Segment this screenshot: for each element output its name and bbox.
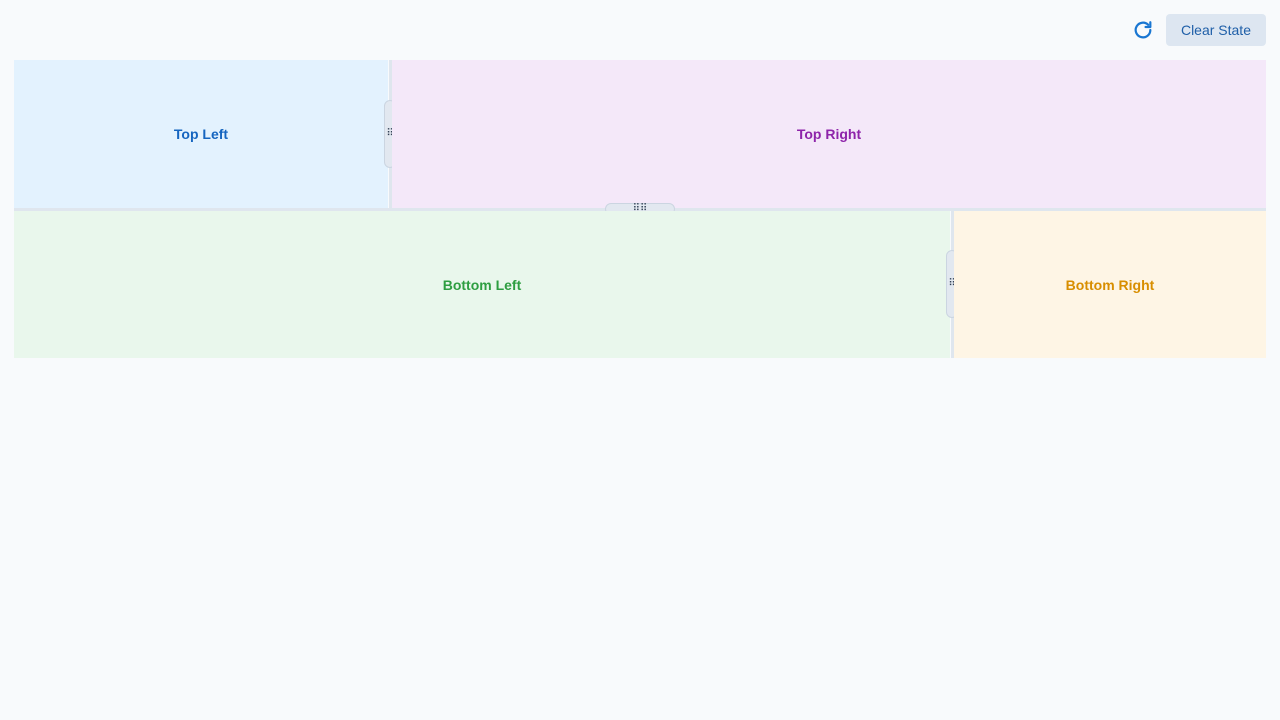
pane-top-right-label: Top Right [796, 126, 862, 142]
pane-bottom-left-label: Bottom Left [442, 276, 522, 293]
pane-bottom-right-label: Bottom Right [1065, 276, 1155, 293]
pane-bottom-left: Bottom Left [14, 211, 950, 358]
refresh-button[interactable] [1128, 15, 1158, 45]
pane-top-left-label: Top Left [173, 126, 229, 142]
refresh-icon [1134, 21, 1152, 39]
pane-bottom-right: Bottom Right [954, 211, 1266, 358]
pane-top-left: Top Left [14, 60, 388, 208]
toolbar: Clear State [1128, 14, 1266, 46]
pane-top-right: Top Right [392, 60, 1266, 208]
split-pane-layout: Top Left ⠿ Top Right ⠿⠿ Bottom Left ⠿ Bo… [14, 60, 1266, 358]
clear-state-button[interactable]: Clear State [1165, 14, 1266, 46]
